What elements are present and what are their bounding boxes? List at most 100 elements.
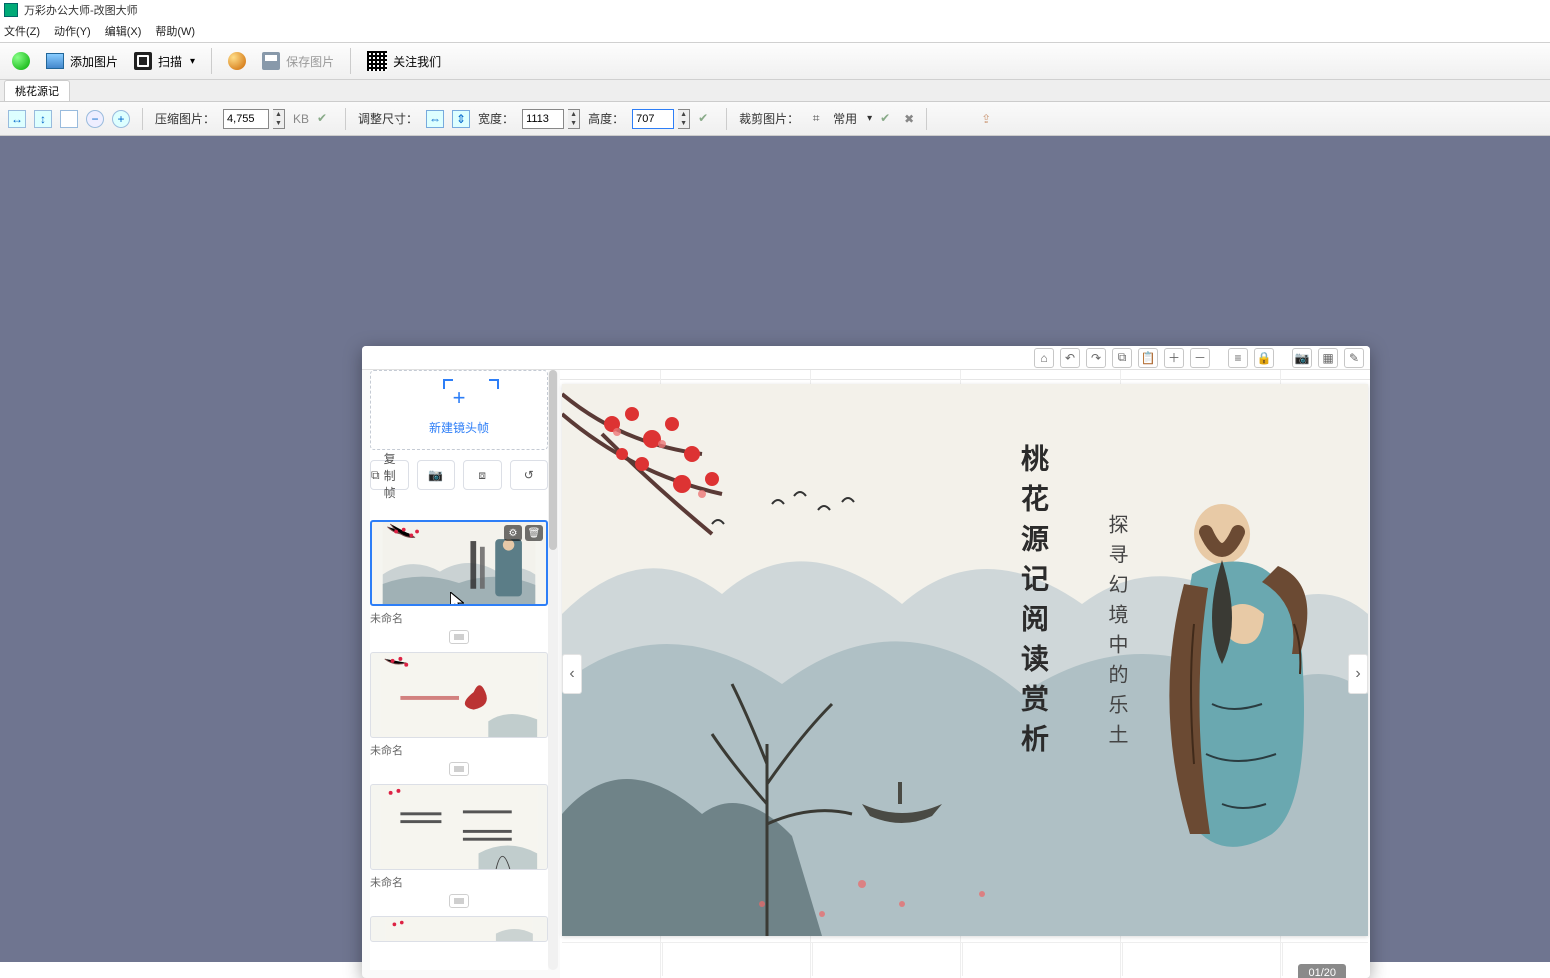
height-input[interactable] xyxy=(632,109,674,129)
expand-width-icon[interactable]: ⇔ xyxy=(426,110,444,128)
home-icon[interactable]: ⌂ xyxy=(1034,348,1054,368)
apply-resize-icon[interactable]: ✔ xyxy=(698,111,714,127)
chevron-down-icon: ▾ xyxy=(867,113,872,124)
undo-icon[interactable]: ↶ xyxy=(1060,348,1080,368)
apply-compress-icon[interactable]: ✔ xyxy=(317,111,333,127)
edit-icon[interactable]: ✎ xyxy=(1344,348,1364,368)
qrcode-icon xyxy=(367,51,387,71)
new-frame-button[interactable]: + 新建镜头帧 xyxy=(370,370,548,450)
thumb-delete-icon[interactable]: 🗑 xyxy=(525,525,543,541)
save-image-label: 保存图片 xyxy=(286,53,334,70)
toolbar-separator xyxy=(726,108,727,130)
window-title: 万彩办公大师-改图大师 xyxy=(24,2,138,18)
compress-stepper[interactable]: ▲▼ xyxy=(273,109,285,129)
camera-icon[interactable]: 📷 xyxy=(1292,348,1312,368)
thumbnail-name: 未命名 xyxy=(370,610,548,626)
blank-page-icon[interactable] xyxy=(60,110,78,128)
slide-content[interactable]: 桃花源记阅读赏析 探寻幻境中的乐土 xyxy=(562,384,1368,936)
toolbar-separator xyxy=(350,48,351,74)
compress-input[interactable] xyxy=(223,109,269,129)
new-frame-label: 新建镜头帧 xyxy=(429,419,489,436)
toolbar-separator xyxy=(211,48,212,74)
compress-field: ▲▼ xyxy=(223,109,285,129)
step2-button[interactable] xyxy=(224,50,250,72)
redo-icon[interactable]: ↷ xyxy=(1086,348,1106,368)
loop-button[interactable]: ↺ xyxy=(510,460,549,490)
image-icon xyxy=(46,53,64,69)
export-icon[interactable]: ⇪ xyxy=(977,110,995,128)
menu-file[interactable]: 文件(Z) xyxy=(4,23,40,39)
width-stepper[interactable]: ▲▼ xyxy=(568,109,580,129)
document-tabstrip: 桃花源记 xyxy=(0,80,1550,102)
thumbnail-item[interactable] xyxy=(370,652,548,738)
menu-help[interactable]: 帮助(W) xyxy=(155,23,195,39)
thumbnail-item[interactable]: ⚙ 🗑 xyxy=(370,520,548,606)
page-indicator: 01/20 xyxy=(1298,964,1346,978)
fit-height-icon[interactable]: ↕ xyxy=(34,110,52,128)
copy-icon[interactable]: ⧉ xyxy=(1112,348,1132,368)
width-input[interactable] xyxy=(522,109,564,129)
thumbnail-name: 未命名 xyxy=(370,874,548,890)
zoom-in-icon[interactable]: + xyxy=(112,110,130,128)
zoom-out-icon[interactable]: − xyxy=(86,110,104,128)
thumbnail-preview xyxy=(371,917,547,941)
duration-pill[interactable] xyxy=(449,894,469,908)
zoom-in-icon[interactable]: ＋ xyxy=(1164,348,1184,368)
thumbnail-item[interactable] xyxy=(370,916,548,942)
compress-label: 压缩图片： xyxy=(155,110,215,127)
document-tab-label: 桃花源记 xyxy=(15,86,59,98)
height-field: ▲▼ xyxy=(632,109,690,129)
thumbnail-name: 未命名 xyxy=(370,742,548,758)
thumbnail-item[interactable] xyxy=(370,784,548,870)
compress-unit: KB xyxy=(293,112,309,126)
step1-icon xyxy=(12,52,30,70)
step1-button[interactable] xyxy=(8,50,34,72)
menu-action[interactable]: 动作(Y) xyxy=(54,23,91,39)
app-icon xyxy=(4,3,18,17)
menu-edit[interactable]: 编辑(X) xyxy=(105,23,142,39)
lock-icon[interactable]: 🔒 xyxy=(1254,348,1274,368)
resize-label: 调整尺寸： xyxy=(358,110,418,127)
document-tab[interactable]: 桃花源记 xyxy=(4,80,70,101)
apply-crop-icon[interactable]: ✔ xyxy=(880,111,896,127)
add-image-button[interactable]: 添加图片 xyxy=(42,51,122,72)
height-stepper[interactable]: ▲▼ xyxy=(678,109,690,129)
duration-pill[interactable] xyxy=(449,762,469,776)
follow-us-button[interactable]: 关注我们 xyxy=(363,49,445,73)
crop-icon[interactable]: ⌗ xyxy=(807,110,825,128)
paste-icon[interactable]: 📋 xyxy=(1138,348,1158,368)
thumb-settings-icon[interactable]: ⚙ xyxy=(504,525,522,541)
align-icon[interactable]: ≡ xyxy=(1228,348,1248,368)
save-image-button[interactable]: 保存图片 xyxy=(258,50,338,72)
copy-frame-button[interactable]: ⧉ 复制帧 xyxy=(370,460,409,490)
menu-bar: 文件(Z) 动作(Y) 编辑(X) 帮助(W) xyxy=(0,20,1550,42)
thumbnail-list: 01 xyxy=(370,520,548,970)
slide-canvas: 桃花源记阅读赏析 探寻幻境中的乐土 ‹ › 01/20 xyxy=(560,370,1370,978)
duration-pill[interactable] xyxy=(449,630,469,644)
panel-scrollbar[interactable] xyxy=(548,370,558,970)
slide-title: 桃花源记阅读赏析 xyxy=(1012,444,1052,764)
chevron-down-icon: ▾ xyxy=(190,56,195,67)
toolbar-separator xyxy=(926,108,927,130)
prev-slide-button[interactable]: ‹ xyxy=(562,654,582,694)
thumbnail-preview xyxy=(371,785,547,869)
copy-frame-label: 复制帧 xyxy=(384,450,408,501)
expand-height-icon[interactable]: ⇕ xyxy=(452,110,470,128)
scan-button[interactable]: 扫描 ▾ xyxy=(130,50,199,72)
snapshot-button[interactable]: 📷 xyxy=(417,460,456,490)
link-frames-button[interactable]: ⧈ xyxy=(463,460,502,490)
fit-width-icon[interactable]: ↔ xyxy=(8,110,26,128)
cancel-crop-icon[interactable]: ✖ xyxy=(904,112,914,126)
width-field: ▲▼ xyxy=(522,109,580,129)
layout-icon[interactable]: ▦ xyxy=(1318,348,1338,368)
follow-us-label: 关注我们 xyxy=(393,53,441,70)
add-image-label: 添加图片 xyxy=(70,53,118,70)
zoom-out-icon[interactable]: － xyxy=(1190,348,1210,368)
slide-artwork xyxy=(562,384,1368,936)
step2-icon xyxy=(228,52,246,70)
thumbnail-preview xyxy=(371,653,547,737)
next-slide-button[interactable]: › xyxy=(1348,654,1368,694)
crop-label: 裁剪图片： xyxy=(739,110,799,127)
save-icon xyxy=(262,52,280,70)
crop-preset-label[interactable]: 常用 xyxy=(833,110,857,127)
